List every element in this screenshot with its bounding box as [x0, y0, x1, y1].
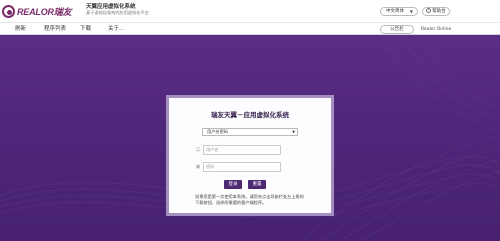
help-icon: ?	[426, 8, 432, 13]
nav-item-refresh[interactable]: 刷新	[15, 25, 26, 33]
nav-item-program-list[interactable]: 程序列表	[44, 25, 66, 33]
reset-button[interactable]: 重置	[248, 180, 266, 189]
nav-item-download[interactable]: 下载	[80, 25, 91, 33]
help-label: 帮助台	[432, 9, 446, 14]
realor-logo-icon	[2, 4, 15, 18]
login-button[interactable]: 登录	[224, 180, 242, 189]
account-type-value: 用户名密码	[207, 129, 228, 134]
main-background: 瑞友天翼－应用虚拟化系统 用户名密码 ▼ ☺ 用户名 ▣ 密码 登录 重置 如果…	[0, 35, 500, 241]
chevron-down-icon: ▼	[409, 9, 413, 14]
announcement-button[interactable]: 公告栏	[380, 25, 414, 34]
username-input[interactable]: 用户名	[203, 145, 281, 155]
password-input[interactable]: 密码	[203, 162, 281, 172]
logo-text: REALOR瑞友	[17, 6, 72, 17]
account-type-select[interactable]: 用户名密码 ▼	[202, 128, 298, 136]
login-title: 瑞友天翼－应用虚拟化系统	[211, 111, 289, 119]
login-panel: 瑞友天翼－应用虚拟化系统 用户名密码 ▼ ☺ 用户名 ▣ 密码 登录 重置 如果…	[166, 95, 334, 216]
first-use-notice: 如果您是第一次使用本系统，请您先点击导航栏处左上角的下载按钮，选择所需要的客户端…	[195, 194, 304, 205]
app-title-subtitle: 基于虚拟化架构的应用虚拟化平台	[86, 10, 149, 15]
user-icon: ☺	[195, 147, 201, 153]
login-panel-body: 瑞友天翼－应用虚拟化系统 用户名密码 ▼ ☺ 用户名 ▣ 密码 登录 重置 如果…	[169, 98, 331, 213]
nav-brand: Realor Online	[421, 27, 452, 32]
help-button[interactable]: ? 帮助台	[422, 7, 450, 16]
nav-item-about[interactable]: 关于...	[108, 25, 124, 33]
chevron-down-icon: ▼	[292, 130, 295, 134]
lock-icon: ▣	[195, 164, 201, 170]
realor-logo[interactable]: REALOR瑞友	[2, 4, 72, 18]
header: REALOR瑞友 天翼应用虚拟化系统 基于虚拟化架构的应用虚拟化平台 中文简体 …	[0, 0, 500, 22]
app-title: 天翼应用虚拟化系统 基于虚拟化架构的应用虚拟化平台	[86, 4, 149, 16]
nav-bar: 刷新 程序列表 下载 关于... 公告栏 Realor Online	[0, 22, 500, 35]
language-value: 中文简体	[386, 9, 404, 14]
language-select[interactable]: 中文简体 ▼	[380, 7, 418, 16]
